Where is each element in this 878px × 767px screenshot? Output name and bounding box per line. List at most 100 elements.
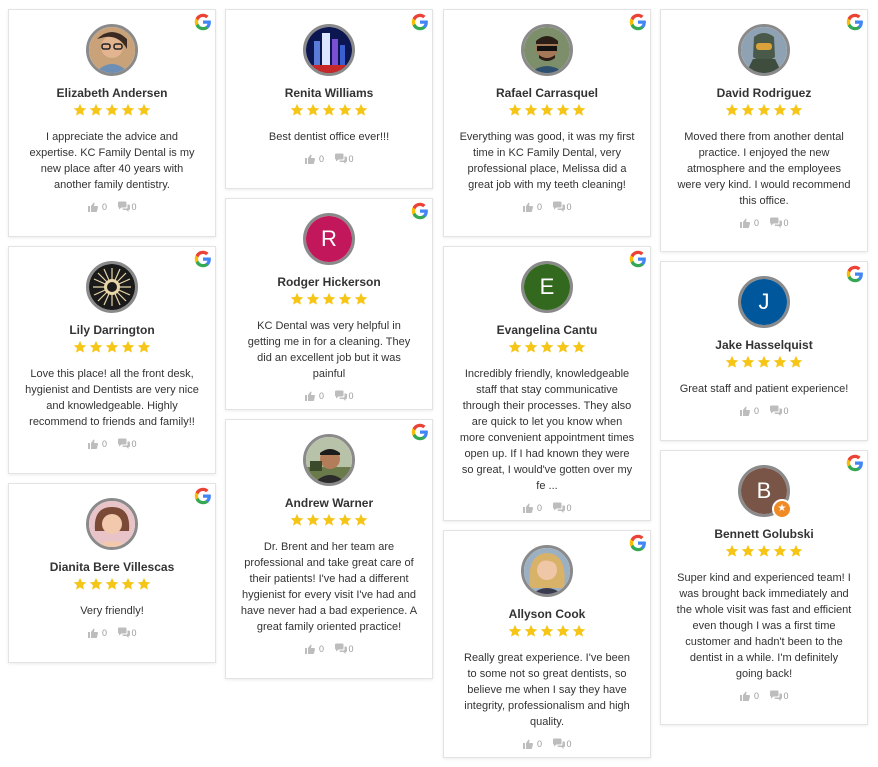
like-count: 0	[318, 644, 324, 654]
like-button[interactable]: 0	[304, 643, 324, 655]
photo-man-outdoors-icon	[303, 434, 355, 486]
star-icon	[137, 103, 151, 117]
comment-button[interactable]: 0	[117, 201, 137, 213]
star-rating	[226, 292, 432, 308]
avatar-letter: J	[741, 279, 787, 325]
comment-button[interactable]: 0	[769, 690, 789, 702]
star-icon	[354, 292, 368, 306]
star-icon	[741, 355, 755, 369]
star-icon	[572, 103, 586, 117]
comment-button[interactable]: 0	[552, 738, 572, 750]
star-icon	[725, 544, 739, 558]
review-text: Moved there from another dental practice…	[677, 131, 851, 207]
like-button[interactable]: 0	[739, 217, 759, 229]
review-card: Lily Darrington Love this place! all the …	[8, 246, 216, 474]
comment-count: 0	[566, 739, 572, 749]
review-card: Renita Williams Best dentist office ever!…	[225, 9, 433, 189]
thumbs-up-icon	[522, 738, 534, 750]
star-icon	[757, 103, 771, 117]
like-button[interactable]: 0	[304, 153, 324, 165]
comment-button[interactable]: 0	[769, 217, 789, 229]
review-actions: 0 0	[444, 201, 650, 215]
star-icon	[741, 103, 755, 117]
comment-button[interactable]: 0	[334, 390, 354, 402]
like-button[interactable]: 0	[87, 438, 107, 450]
review-card: David Rodriguez Moved there from another …	[660, 9, 868, 252]
google-logo-icon	[194, 250, 212, 268]
photo-man-sunglasses-icon	[521, 24, 573, 76]
review-card: Elizabeth Andersen I appreciate the advic…	[8, 9, 216, 237]
like-button[interactable]: 0	[87, 201, 107, 213]
comment-button[interactable]: 0	[117, 627, 137, 639]
star-icon	[556, 340, 570, 354]
like-button[interactable]: 0	[304, 390, 324, 402]
avatar-letter: R	[306, 216, 352, 262]
google-logo-icon	[846, 13, 864, 31]
like-count: 0	[753, 691, 759, 701]
star-rating	[661, 355, 867, 371]
avatar-wrap	[86, 261, 138, 313]
comments-icon	[117, 627, 130, 639]
star-icon	[290, 103, 304, 117]
star-icon	[757, 355, 771, 369]
google-logo-icon	[629, 534, 647, 552]
avatar-wrap	[86, 498, 138, 550]
google-logo-icon	[629, 13, 647, 31]
like-count: 0	[753, 406, 759, 416]
comments-icon	[769, 405, 782, 417]
star-icon	[306, 292, 320, 306]
comment-button[interactable]: 0	[334, 153, 354, 165]
google-logo-icon	[846, 265, 864, 283]
review-card: Andrew Warner Dr. Brent and her team are …	[225, 419, 433, 679]
star-icon	[121, 340, 135, 354]
star-icon	[89, 340, 103, 354]
comment-count: 0	[131, 202, 137, 212]
review-text: Dr. Brent and her team are professional …	[240, 541, 418, 633]
like-button[interactable]: 0	[522, 738, 542, 750]
star-icon	[338, 103, 352, 117]
star-rating	[661, 544, 867, 560]
review-card: J Jake Hasselquist Great staff and patient…	[660, 261, 868, 441]
comments-icon	[334, 643, 347, 655]
star-icon	[556, 103, 570, 117]
comment-button[interactable]: 0	[552, 502, 572, 514]
comment-count: 0	[783, 218, 789, 228]
star-icon	[73, 340, 87, 354]
comment-button[interactable]: 0	[769, 405, 789, 417]
star-icon	[338, 513, 352, 527]
star-icon	[290, 292, 304, 306]
star-icon	[773, 544, 787, 558]
like-button[interactable]: 0	[739, 405, 759, 417]
star-icon	[556, 624, 570, 638]
like-button[interactable]: 0	[739, 690, 759, 702]
comments-icon	[117, 438, 130, 450]
review-actions: 0 0	[9, 438, 215, 452]
google-logo-icon	[411, 423, 429, 441]
like-button[interactable]: 0	[87, 627, 107, 639]
reviewer-name: Rafael Carrasquel	[495, 86, 599, 100]
comment-button[interactable]: 0	[117, 438, 137, 450]
star-icon	[322, 513, 336, 527]
comment-button[interactable]: 0	[334, 643, 354, 655]
reviewer-name: Bennett Golubski	[714, 527, 814, 541]
comment-count: 0	[566, 202, 572, 212]
reviewer-name: David Rodriguez	[716, 86, 812, 100]
star-rating	[9, 577, 215, 593]
comment-button[interactable]: 0	[552, 201, 572, 213]
star-icon	[322, 292, 336, 306]
like-count: 0	[536, 202, 542, 212]
photo-armor-helmet-icon	[738, 24, 790, 76]
review-actions: 0 0	[226, 153, 432, 167]
review-actions: 0 0	[661, 217, 867, 231]
like-button[interactable]: 0	[522, 502, 542, 514]
star-icon	[508, 340, 522, 354]
like-button[interactable]: 0	[522, 201, 542, 213]
review-text: I appreciate the advice and expertise. K…	[29, 131, 195, 191]
review-actions: 0 0	[444, 738, 650, 752]
comments-icon	[769, 690, 782, 702]
star-icon	[524, 624, 538, 638]
avatar-wrap	[86, 24, 138, 76]
review-actions: 0 0	[9, 627, 215, 641]
review-card: Dianita Bere Villescas Very friendly! 0 0	[8, 483, 216, 663]
comment-count: 0	[348, 391, 354, 401]
